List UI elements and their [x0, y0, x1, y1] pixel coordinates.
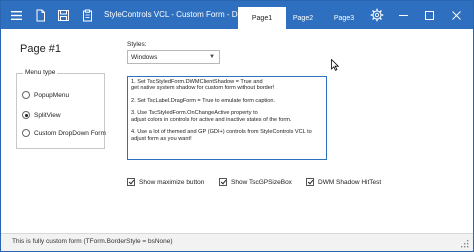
info-memo[interactable]: 1. Set TscStyledForm.DWMClientShadow = T…	[127, 76, 327, 160]
status-text: This is fully custom form (TForm.BorderS…	[12, 238, 173, 245]
checkbox-box[interactable]	[219, 178, 227, 186]
radio-button[interactable]	[22, 91, 30, 99]
styles-label: Styles:	[127, 41, 147, 48]
title-bar: StyleControls VCL - Custom Form - Demo P…	[1, 1, 473, 29]
gear-icon[interactable]	[369, 7, 385, 23]
save-icon[interactable]	[54, 6, 72, 24]
radio-splitview[interactable]: SplitView	[22, 111, 61, 119]
styles-select[interactable]: Windows ▼	[127, 50, 220, 64]
mouse-cursor-icon	[331, 59, 339, 71]
menu-type-label: Menu type	[23, 69, 58, 76]
maximize-icon[interactable]	[420, 6, 438, 24]
app-window: StyleControls VCL - Custom Form - Demo P…	[0, 0, 474, 252]
checkbox-box[interactable]	[306, 178, 314, 186]
radio-label: PopupMenu	[34, 91, 70, 99]
radio-button[interactable]	[22, 111, 30, 119]
size-grip-icon[interactable]	[461, 240, 469, 248]
tab-page3[interactable]: Page3	[320, 7, 368, 29]
status-bar: This is fully custom form (TForm.BorderS…	[1, 233, 473, 251]
radio-custom-dropdown-form[interactable]: Custom DropDown Form	[22, 129, 106, 137]
tab-label: Page1	[251, 14, 273, 22]
close-icon[interactable]	[447, 6, 465, 24]
radio-label: SplitView	[34, 111, 61, 119]
radio-label: Custom DropDown Form	[34, 129, 106, 137]
tab-label: Page2	[292, 14, 314, 22]
tab-label: Page3	[333, 14, 355, 22]
document-icon[interactable]	[31, 6, 49, 24]
checkbox-show-maximize[interactable]: Show maximize button	[127, 178, 204, 186]
checkbox-label: Show TscGPSizeBox	[231, 178, 292, 186]
memo-line: 4. Use a lot of themed and GP (GDI+) con…	[131, 129, 312, 136]
radio-button[interactable]	[22, 129, 30, 137]
clipboard-icon[interactable]	[78, 6, 96, 24]
checkbox-label: DWM Shadow HitTest	[318, 178, 382, 186]
memo-line: adjust form as you want!	[131, 135, 192, 142]
minimize-icon[interactable]	[394, 6, 412, 24]
checkbox-box[interactable]	[127, 178, 135, 186]
checkbox-show-sizebox[interactable]: Show TscGPSizeBox	[219, 178, 292, 186]
window-title: StyleControls VCL - Custom Form - Demo	[104, 10, 254, 19]
menu-icon[interactable]	[7, 6, 25, 24]
radio-popupmenu[interactable]: PopupMenu	[22, 91, 69, 99]
chevron-down-icon[interactable]: ▼	[209, 54, 215, 60]
page-title: Page #1	[20, 43, 61, 55]
styles-selected-value: Windows	[131, 53, 158, 61]
checkbox-label: Show maximize button	[139, 178, 205, 186]
checkbox-dwm-shadow-hittest[interactable]: DWM Shadow HitTest	[306, 178, 381, 186]
